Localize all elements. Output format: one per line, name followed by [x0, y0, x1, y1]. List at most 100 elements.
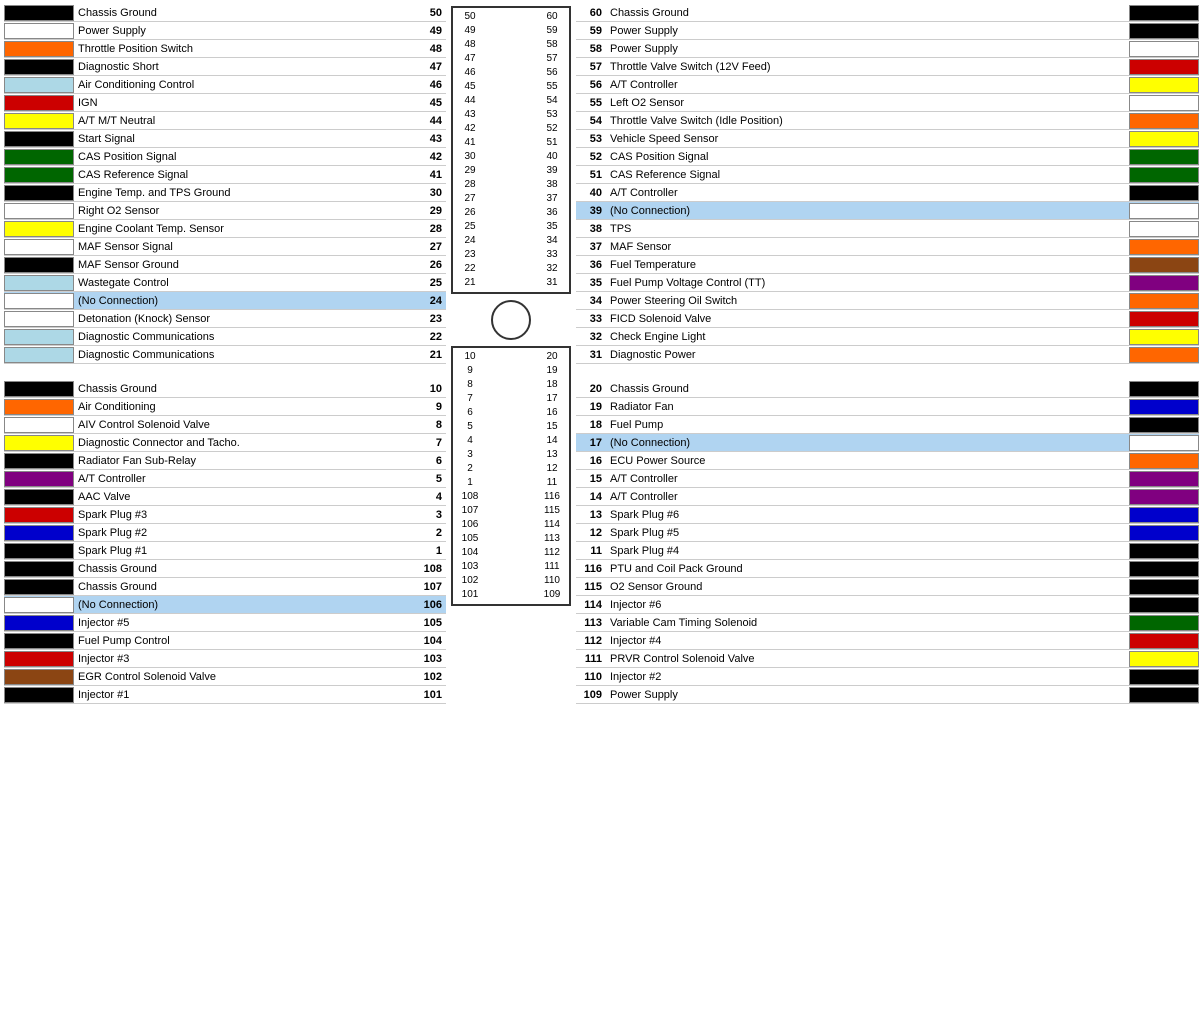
left-pin-row: Spark Plug #33 [4, 506, 446, 524]
pin-number: 101 [406, 689, 446, 701]
right-pin-row: 15A/T Controller [576, 470, 1199, 488]
left-pin-row: IGN45 [4, 94, 446, 112]
right-pin-row: 116PTU and Coil Pack Ground [576, 560, 1199, 578]
pin-label: Spark Plug #6 [606, 509, 1129, 521]
pin-number: 111 [576, 653, 606, 665]
pin-number: 7 [406, 437, 446, 449]
color-swatch [1129, 239, 1199, 255]
pin-label: FICD Solenoid Valve [606, 313, 1129, 325]
left-pin-row: MAF Sensor Ground26 [4, 256, 446, 274]
connector-pair: 4757 [455, 52, 567, 66]
pin-number: 39 [576, 205, 606, 217]
left-pin-row: Injector #1101 [4, 686, 446, 704]
connector-pair: 4656 [455, 66, 567, 80]
right-pin-row: 31Diagnostic Power [576, 346, 1199, 364]
color-swatch [1129, 561, 1199, 577]
pin-label: PTU and Coil Pack Ground [606, 563, 1129, 575]
pin-label: Spark Plug #3 [74, 509, 406, 521]
right-pin-row: 20Chassis Ground [576, 380, 1199, 398]
pin-label: Injector #5 [74, 617, 406, 629]
pin-label: Throttle Position Switch [74, 43, 406, 55]
pin-label: Detonation (Knock) Sensor [74, 313, 406, 325]
pin-label: A/T Controller [606, 491, 1129, 503]
color-swatch [4, 561, 74, 577]
pin-number: 33 [576, 313, 606, 325]
color-swatch [1129, 579, 1199, 595]
pin-number: 21 [406, 349, 446, 361]
left-pin-row: Detonation (Knock) Sensor23 [4, 310, 446, 328]
left-pin-row: AAC Valve4 [4, 488, 446, 506]
pin-label: CAS Position Signal [606, 151, 1129, 163]
left-pin-row: Injector #3103 [4, 650, 446, 668]
pin-number: 30 [406, 187, 446, 199]
pin-number: 46 [406, 79, 446, 91]
right-pin-row: 18Fuel Pump [576, 416, 1199, 434]
left-pin-row: Chassis Ground107 [4, 578, 446, 596]
pin-number: 43 [406, 133, 446, 145]
right-pin-row: 114Injector #6 [576, 596, 1199, 614]
color-swatch [4, 59, 74, 75]
right-pin-row: 16ECU Power Source [576, 452, 1199, 470]
pin-label: CAS Reference Signal [606, 169, 1129, 181]
right-pin-row: 111PRVR Control Solenoid Valve [576, 650, 1199, 668]
right-pin-row: 113Variable Cam Timing Solenoid [576, 614, 1199, 632]
pin-number: 20 [576, 383, 606, 395]
left-pin-row: AIV Control Solenoid Valve8 [4, 416, 446, 434]
pin-label: Engine Temp. and TPS Ground [74, 187, 406, 199]
color-swatch [4, 669, 74, 685]
pin-label: Diagnostic Communications [74, 349, 406, 361]
color-swatch [1129, 381, 1199, 397]
pin-number: 12 [576, 527, 606, 539]
pin-label: Engine Coolant Temp. Sensor [74, 223, 406, 235]
left-pin-row: CAS Position Signal42 [4, 148, 446, 166]
right-pin-row: 12Spark Plug #5 [576, 524, 1199, 542]
pin-label: Spark Plug #2 [74, 527, 406, 539]
pin-label: TPS [606, 223, 1129, 235]
pin-label: CAS Reference Signal [74, 169, 406, 181]
connector-pair: 2535 [455, 220, 567, 234]
color-swatch [1129, 221, 1199, 237]
pin-number: 9 [406, 401, 446, 413]
color-swatch [4, 185, 74, 201]
connector-pair: 717 [455, 392, 567, 406]
connector-pair: 101109 [455, 588, 567, 602]
right-pin-row: 33FICD Solenoid Valve [576, 310, 1199, 328]
color-swatch [4, 633, 74, 649]
pin-number: 18 [576, 419, 606, 431]
left-pin-row: Start Signal43 [4, 130, 446, 148]
pin-label: MAF Sensor Signal [74, 241, 406, 253]
pin-number: 44 [406, 115, 446, 127]
color-swatch [1129, 507, 1199, 523]
right-pin-row: 110Injector #2 [576, 668, 1199, 686]
color-swatch [1129, 185, 1199, 201]
pin-number: 103 [406, 653, 446, 665]
color-swatch [1129, 77, 1199, 93]
color-swatch [4, 293, 74, 309]
connector-pair: 103111 [455, 560, 567, 574]
pin-number: 104 [406, 635, 446, 647]
left-pin-row: Diagnostic Communications22 [4, 328, 446, 346]
left-pin-row: Spark Plug #11 [4, 542, 446, 560]
pin-label: Chassis Ground [606, 7, 1129, 19]
pin-label: Chassis Ground [606, 383, 1129, 395]
pin-number: 19 [576, 401, 606, 413]
right-pin-row: 38TPS [576, 220, 1199, 238]
pin-number: 50 [406, 7, 446, 19]
pin-number: 47 [406, 61, 446, 73]
pin-label: Radiator Fan Sub-Relay [74, 455, 406, 467]
pin-label: Injector #4 [606, 635, 1129, 647]
color-swatch [1129, 275, 1199, 291]
connector-pair: 2636 [455, 206, 567, 220]
color-swatch [1129, 399, 1199, 415]
color-swatch [1129, 23, 1199, 39]
right-pin-row: 36Fuel Temperature [576, 256, 1199, 274]
pin-label: A/T Controller [74, 473, 406, 485]
right-pin-row: 11Spark Plug #4 [576, 542, 1199, 560]
pin-number: 55 [576, 97, 606, 109]
pin-number: 54 [576, 115, 606, 127]
pin-number: 28 [406, 223, 446, 235]
pin-label: Variable Cam Timing Solenoid [606, 617, 1129, 629]
connector-pair: 2737 [455, 192, 567, 206]
pin-number: 3 [406, 509, 446, 521]
color-swatch [1129, 453, 1199, 469]
